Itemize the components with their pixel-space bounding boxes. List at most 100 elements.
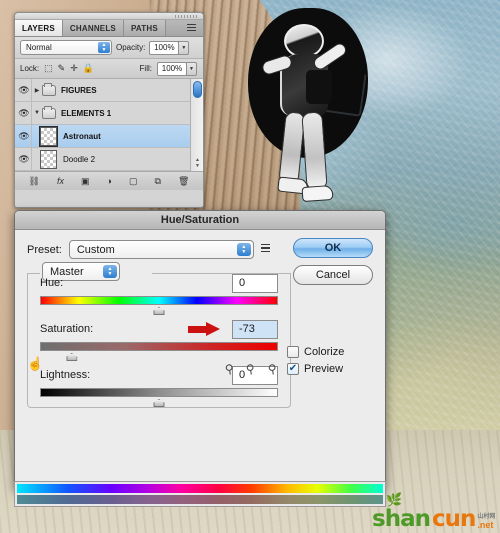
watermark-part-b: cun [431,506,476,532]
scrollbar-thumb[interactable] [193,81,202,98]
watermark: 🌿 shan cun 山村网 .net [372,491,496,531]
astronaut-backpack [306,70,332,104]
lock-position-icon[interactable]: ✛ [70,64,78,73]
tab-layers-label: LAYERS [22,23,55,33]
cancel-button[interactable]: Cancel [293,265,373,285]
checkbox-group: Colorize ✔ Preview [287,346,373,380]
lightness-slider-handle[interactable] [153,399,165,407]
dialog-button-column: OK Cancel [293,238,373,292]
table-row[interactable]: 👁 ▼ ELEMENTS 1 [15,102,203,125]
tab-paths[interactable]: PATHS [123,20,166,36]
preview-checkbox[interactable]: ✔ [287,363,299,375]
layers-scrollbar[interactable]: ▲ ▼ [190,79,203,171]
lock-image-icon[interactable]: ✎ [58,64,66,73]
layer-thumbnail[interactable] [40,149,57,169]
dialog-bottom-controls: ☝ ⚲ ⚲ ⚲ Colorize ✔ Preview [27,346,373,398]
eyedropper-group: ⚲ ⚲ ⚲ [223,361,278,376]
lock-transparency-icon[interactable]: ⬚ [44,64,53,73]
folder-icon [42,105,56,119]
table-row[interactable]: 👁 Doodle 2 [15,148,203,171]
layer-name: ELEMENTS 1 [61,108,112,118]
delete-layer-icon[interactable]: 🗑 [178,176,189,186]
fill-input[interactable]: 100% ▼ [157,61,197,76]
lock-row: Lock: ⬚ ✎ ✛ 🔒 Fill: 100% ▼ [15,59,203,79]
dialog-body: Preset: Custom ▲ ▼ OK Cancel Master ▲ ▼ … [15,230,385,408]
preset-label: Preset: [27,243,62,256]
screenshot-root: LAYERS CHANNELS PATHS Normal ▲ ▼ Opacity:… [0,0,500,533]
ok-button-label: OK [324,242,342,254]
saturation-slider-head: Saturation: -73 [40,319,278,339]
tab-channels[interactable]: CHANNELS [62,20,124,36]
fill-dropdown-icon[interactable]: ▼ [186,61,197,76]
hue-slider-track[interactable] [40,296,278,315]
colorize-label: Colorize [304,346,345,358]
scrollbar-arrows[interactable]: ▲ ▼ [193,157,202,169]
watermark-domain: .net [477,520,494,530]
ok-button[interactable]: OK [293,238,373,258]
new-layer-icon[interactable]: ⧉ [155,176,161,186]
lock-icon-group: ⬚ ✎ ✛ 🔒 [44,64,94,73]
saturation-value: -73 [239,323,255,335]
blend-mode-select[interactable]: Normal ▲ ▼ [20,40,112,55]
chevron-right-icon[interactable]: ▶ [32,87,42,94]
layer-style-fx-icon[interactable]: fx [57,176,64,186]
chevron-down-icon[interactable]: ▼ [32,110,42,116]
hue-input[interactable]: 0 [232,273,278,293]
saturation-slider-block: Saturation: -73 [40,319,278,361]
blend-mode-row: Normal ▲ ▼ Opacity: 100% ▼ [15,37,203,59]
opacity-input[interactable]: 100% ▼ [149,40,190,55]
preset-stepper-icon[interactable]: ▲ ▼ [236,243,251,256]
eyedropper-minus-icon[interactable]: ⚲ [267,361,278,376]
layer-name: FIGURES [61,85,97,95]
desaturated-spectrum-bar [17,495,383,504]
on-image-adjustment-hand-icon[interactable]: ☝ [27,356,43,372]
eye-icon[interactable]: 👁 [17,148,32,170]
new-adjustment-layer-icon[interactable]: ◑ [107,176,112,186]
tab-channels-label: CHANNELS [69,23,116,33]
saturation-input[interactable]: -73 [232,319,278,339]
tab-layers[interactable]: LAYERS [15,20,63,36]
layers-list: 👁 ▶ FIGURES 👁 ▼ ELEMENTS 1 👁 Astronaut 👁… [15,79,203,171]
eye-icon[interactable]: 👁 [17,79,32,101]
new-group-icon[interactable]: ▢ [129,176,138,186]
opacity-value: 100% [154,43,175,52]
eyedropper-icon[interactable]: ⚲ [223,361,234,376]
folder-icon [42,82,56,96]
dialog-title-bar[interactable]: Hue/Saturation [15,211,385,230]
preset-select[interactable]: Custom ▲ ▼ [68,240,254,259]
opacity-dropdown-icon[interactable]: ▼ [178,40,190,55]
color-spectrum-preview [14,481,386,507]
eye-icon[interactable]: 👁 [17,102,32,124]
colorize-checkbox[interactable] [287,346,299,358]
saturated-spectrum-bar [17,484,383,493]
preset-value: Custom [76,243,115,256]
panel-menu-icon[interactable] [187,24,199,33]
astronaut-figure [260,18,367,203]
page-title: Hue/Saturation [160,214,240,226]
hue-saturation-dialog[interactable]: Hue/Saturation Preset: Custom ▲ ▼ OK Canc… [14,210,386,490]
astronaut-helmet [284,24,324,58]
table-row[interactable]: 👁 ▶ FIGURES [15,79,203,102]
lock-all-icon[interactable]: 🔒 [83,64,94,73]
fill-label: Fill: [139,64,152,73]
lock-label: Lock: [20,64,40,73]
layer-name: Doodle 2 [63,154,96,164]
layer-name: Astronaut [63,131,101,141]
saturation-slider-track[interactable] [40,342,278,361]
leaf-icon: 🌿 [386,492,403,507]
eye-icon[interactable]: 👁 [17,125,32,147]
layer-thumbnail[interactable] [39,125,58,147]
layers-panel[interactable]: LAYERS CHANNELS PATHS Normal ▲ ▼ Opacity:… [14,12,204,208]
panel-drag-grip[interactable] [15,13,203,20]
hue-slider-handle[interactable] [153,307,165,315]
eyedropper-plus-icon[interactable]: ⚲ [245,361,256,376]
link-layers-icon[interactable]: ⛓ [29,176,40,186]
preview-checkbox-row[interactable]: ✔ Preview [287,363,373,375]
preset-options-icon[interactable] [260,243,273,256]
add-layer-mask-icon[interactable]: ▣ [81,176,90,186]
table-row[interactable]: 👁 Astronaut [15,125,203,148]
colorize-checkbox-row[interactable]: Colorize [287,346,373,358]
watermark-part-a: shan [372,506,431,532]
blend-mode-stepper-icon[interactable]: ▲ ▼ [98,42,110,53]
hue-slider-head: Hue: 0 [40,273,278,293]
